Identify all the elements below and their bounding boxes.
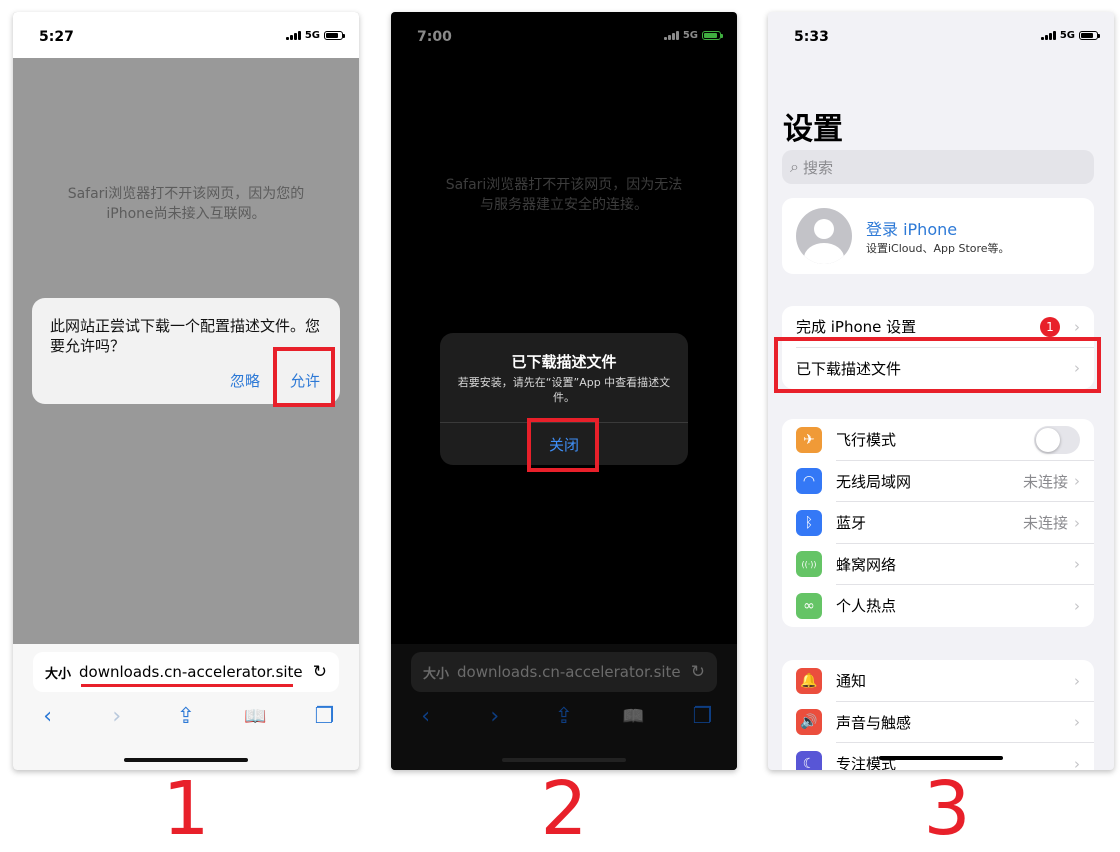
row-value: 未连接 xyxy=(1022,472,1068,491)
ignore-button[interactable]: 忽略 xyxy=(230,370,260,391)
safari-bottom-bar: 大小 downloads.cn-accelerator.site ↻ ‹ › ⇪… xyxy=(391,644,737,770)
chevron-right-icon: › xyxy=(1074,754,1080,770)
settings-row[interactable]: 🔔 通知 › xyxy=(782,660,1094,702)
chevron-right-icon: › xyxy=(1074,596,1080,615)
status-bar: 5:27 5G xyxy=(13,12,359,58)
toolbar: ‹ › ⇪ 📖 ❐ xyxy=(13,700,359,732)
row-label: 个人热点 xyxy=(836,597,897,616)
network-label: 5G xyxy=(1059,30,1075,41)
step-number-3: 3 xyxy=(923,766,971,852)
wifi-icon: ◠ xyxy=(796,468,822,495)
battery-icon xyxy=(324,31,345,40)
phone-screenshot-2: 7:00 5G Safari浏览器打不开该网页，因为无法与服务器建立安全的连接。… xyxy=(391,12,737,770)
safari-bottom-bar: 大小 downloads.cn-accelerator.site ↻ ‹ › ⇪… xyxy=(13,644,359,770)
alert-title: 已下载描述文件 xyxy=(511,353,617,371)
share-icon[interactable]: ⇪ xyxy=(171,704,201,729)
status-bar: 5:33 5G xyxy=(768,12,1114,58)
settings-row[interactable]: ✈ 飞行模式 xyxy=(782,419,1094,461)
search-placeholder: 搜索 xyxy=(802,158,833,177)
chevron-right-icon: › xyxy=(1074,713,1080,732)
row-label: 无线局域网 xyxy=(836,472,912,491)
address-bar[interactable]: 大小 downloads.cn-accelerator.site ↻ xyxy=(411,652,717,692)
step-number-2: 2 xyxy=(540,766,588,852)
text-size-button[interactable]: 大小 xyxy=(423,663,457,682)
battery-icon xyxy=(1079,31,1100,40)
url-text: downloads.cn-accelerator.site xyxy=(457,663,681,681)
bookmarks-icon[interactable]: 📖 xyxy=(240,706,270,727)
row-label: 蜂窝网络 xyxy=(836,555,897,574)
reload-icon[interactable]: ↻ xyxy=(313,662,327,682)
chevron-right-icon: › xyxy=(1074,472,1080,491)
text-size-button[interactable]: 大小 xyxy=(45,663,79,682)
phone-screenshot-3: 5:33 5G 设置 ⌕ 搜索 登录 iPhone 设置iCloud、App S… xyxy=(768,12,1114,770)
step-number-1: 1 xyxy=(162,766,210,852)
signal-icon xyxy=(663,31,679,40)
page-title: 设置 xyxy=(783,112,843,147)
highlight-box xyxy=(527,418,599,472)
home-indicator xyxy=(502,758,626,762)
signal-icon xyxy=(285,31,301,40)
settings-row[interactable]: ((·)) 蜂窝网络 › xyxy=(782,544,1094,586)
network-group: ✈ 飞行模式 ◠ 无线局域网 未连接 › ᛒ 蓝牙 未连接 › ((·)) 蜂窝网络 › ∞ 个人热点 › xyxy=(782,419,1094,627)
speaker-icon: 🔊 xyxy=(796,709,822,736)
bell-icon: 🔔 xyxy=(796,667,822,694)
settings-row[interactable]: ◠ 无线局域网 未连接 › xyxy=(782,461,1094,503)
home-indicator xyxy=(879,756,1003,760)
status-bar: 7:00 5G xyxy=(391,12,737,58)
chevron-right-icon: › xyxy=(1074,513,1080,532)
error-message: Safari浏览器打不开该网页，因为您的iPhone尚未接入互联网。 xyxy=(67,186,305,222)
row-label: 声音与触感 xyxy=(836,713,912,732)
settings-row[interactable]: ᛒ 蓝牙 未连接 › xyxy=(782,502,1094,544)
row-label: 通知 xyxy=(836,672,867,691)
airplane-mode-toggle[interactable] xyxy=(1034,425,1080,454)
status-time: 5:33 xyxy=(794,29,829,45)
home-indicator xyxy=(124,758,248,762)
network-label: 5G xyxy=(304,30,320,41)
avatar xyxy=(796,208,852,264)
row-label: 完成 iPhone 设置 xyxy=(796,318,917,337)
settings-row[interactable]: 🔊 声音与触感 › xyxy=(782,702,1094,744)
reload-icon[interactable]: ↻ xyxy=(691,662,705,682)
error-message: Safari浏览器打不开该网页，因为无法与服务器建立安全的连接。 xyxy=(445,177,683,213)
status-time: 5:27 xyxy=(39,29,74,45)
hotspot-icon: ∞ xyxy=(796,592,822,619)
forward-icon[interactable]: › xyxy=(480,704,510,729)
tabs-icon[interactable]: ❐ xyxy=(309,704,339,729)
sign-in-title: 登录 iPhone xyxy=(866,220,958,239)
bluetooth-icon: ᛒ xyxy=(796,509,822,536)
chevron-right-icon: › xyxy=(1074,671,1080,690)
settings-row[interactable]: ∞ 个人热点 › xyxy=(782,585,1094,627)
highlight-box xyxy=(774,337,1101,393)
airplane-icon: ✈ xyxy=(796,426,822,453)
search-icon: ⌕ xyxy=(790,157,799,176)
bookmarks-icon[interactable]: 📖 xyxy=(618,706,648,727)
back-icon[interactable]: ‹ xyxy=(411,704,441,729)
toolbar: ‹ › ⇪ 📖 ❐ xyxy=(391,700,737,732)
row-label: 飞行模式 xyxy=(836,431,897,450)
alert-body: 若要安装，请先在“设置”App 中查看描述文件。 xyxy=(457,376,671,404)
tabs-icon[interactable]: ❐ xyxy=(687,704,717,729)
sign-in-subtitle: 设置iCloud、App Store等。 xyxy=(866,242,1010,255)
phone-screenshot-1: 5:27 5G Safari浏览器打不开该网页，因为您的iPhone尚未接入互联… xyxy=(13,12,359,770)
highlight-box xyxy=(273,347,335,407)
forward-icon[interactable]: › xyxy=(102,704,132,729)
moon-icon: ☾ xyxy=(796,750,822,770)
notify-group: 🔔 通知 › 🔊 声音与触感 › ☾ 专注模式 › xyxy=(782,660,1094,770)
status-time: 7:00 xyxy=(417,29,452,45)
notification-badge: 1 xyxy=(1040,316,1060,337)
back-icon[interactable]: ‹ xyxy=(33,704,63,729)
row-label: 蓝牙 xyxy=(836,514,867,533)
network-label: 5G xyxy=(682,30,698,41)
share-icon[interactable]: ⇪ xyxy=(549,704,579,729)
url-text: downloads.cn-accelerator.site xyxy=(79,663,303,681)
row-value: 未连接 xyxy=(1022,514,1068,533)
account-card[interactable]: 登录 iPhone 设置iCloud、App Store等。 xyxy=(782,198,1094,274)
chevron-right-icon: › xyxy=(1074,317,1080,336)
url-underline xyxy=(81,684,293,687)
cellular-icon: ((·)) xyxy=(796,551,822,578)
signal-icon xyxy=(1040,31,1056,40)
search-input[interactable]: ⌕ 搜索 xyxy=(782,150,1094,184)
chevron-right-icon: › xyxy=(1074,555,1080,574)
charging-battery-icon xyxy=(702,31,723,40)
